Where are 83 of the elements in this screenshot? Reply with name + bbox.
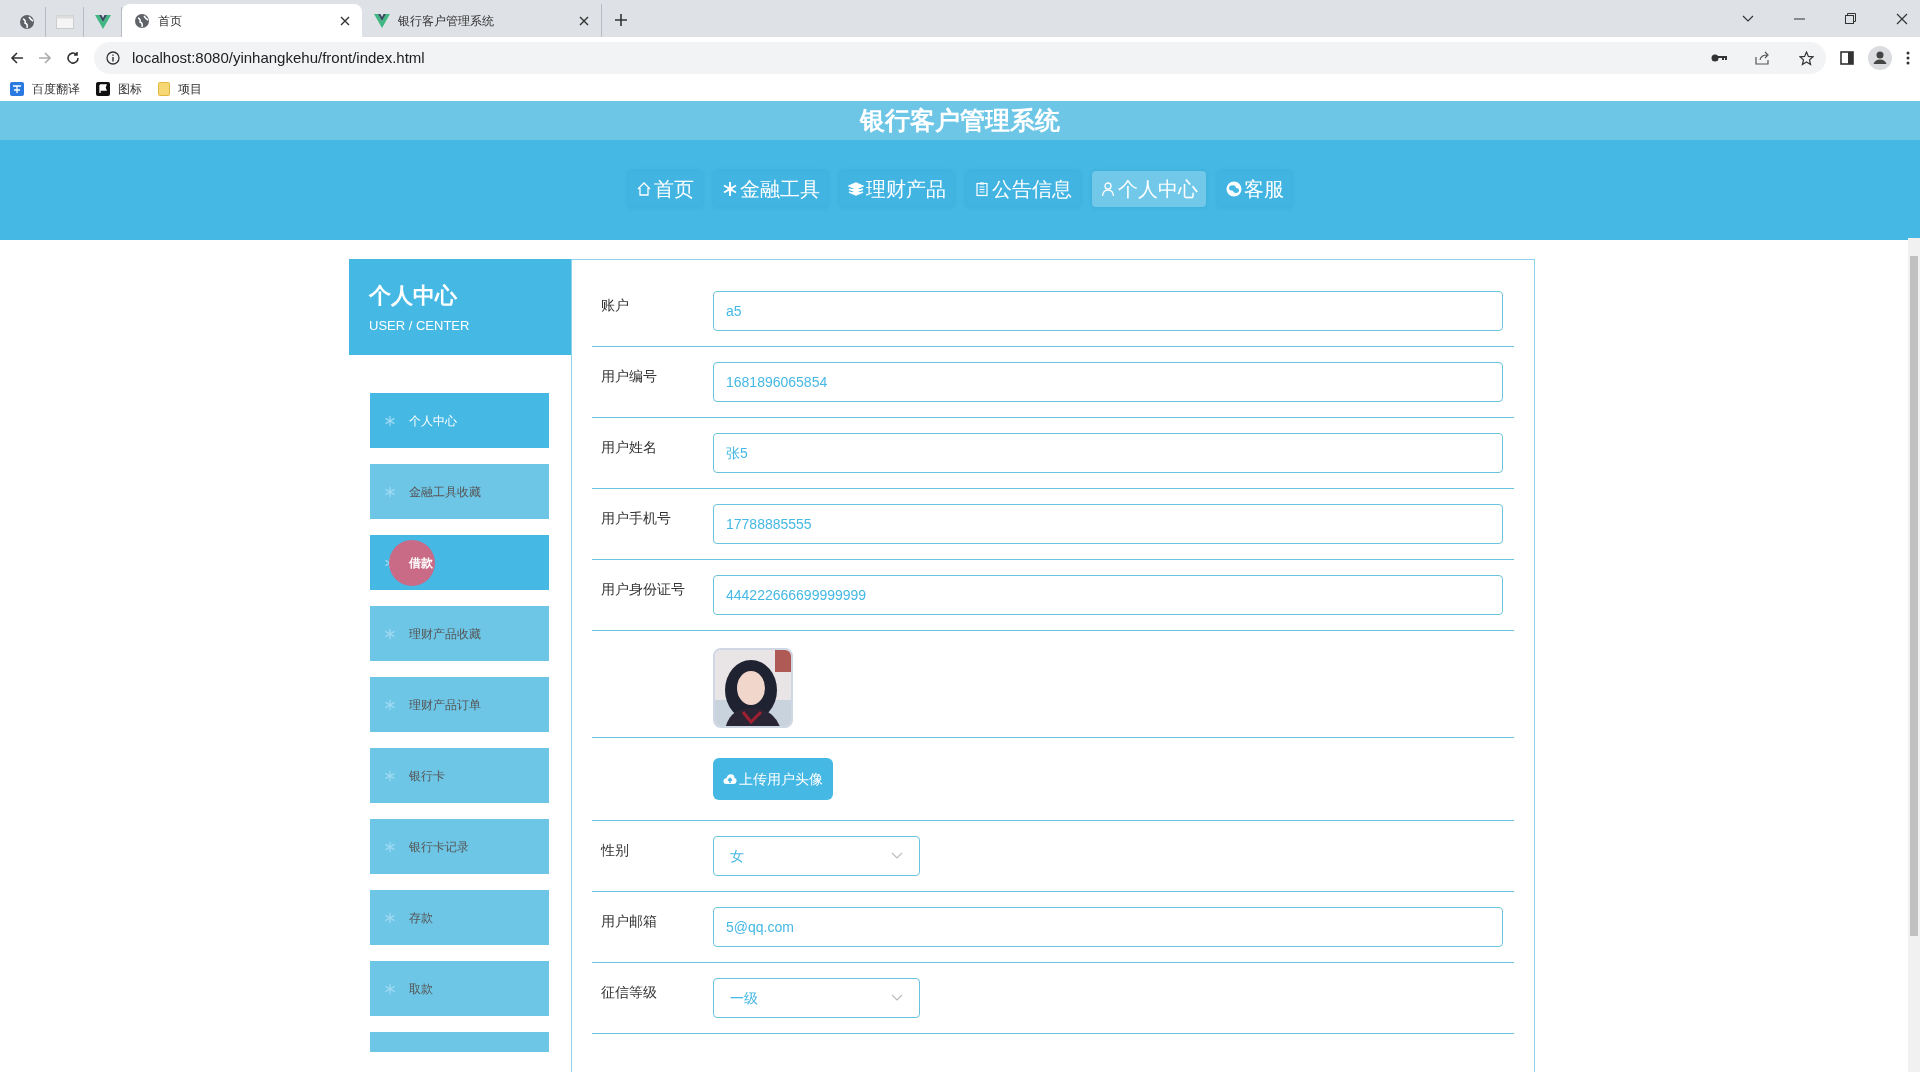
snowflake-icon [384, 485, 396, 498]
field-label: 用户姓名 [601, 439, 657, 455]
page-icon [55, 15, 74, 29]
restore-icon[interactable] [1845, 13, 1856, 24]
browser-tab[interactable]: 首页 [122, 4, 362, 37]
scrollbar[interactable] [1908, 238, 1920, 1072]
nav-tab[interactable]: 理财产品 [840, 171, 954, 207]
field-label: 账户 [601, 297, 629, 313]
snowflake-icon [384, 982, 396, 995]
cloud-upload-icon [723, 773, 737, 785]
site-title-bar: 银行客户管理系统 [0, 101, 1920, 140]
upload-avatar-button[interactable]: 上传用户头像 [713, 758, 833, 800]
side-panel-icon[interactable] [1840, 51, 1854, 65]
snowflake-icon [384, 698, 396, 711]
bookmark-link[interactable]: 百度翻译 [32, 80, 80, 98]
user-icon [1100, 181, 1116, 197]
field-label: 用户邮箱 [601, 913, 657, 929]
sidebar-item[interactable]: 理财产品订单 [370, 677, 549, 732]
nav-tab[interactable]: 首页 [628, 171, 702, 207]
field-label: 性别 [601, 842, 629, 858]
nav-tab[interactable]: 客服 [1218, 171, 1292, 207]
info-icon [106, 51, 120, 65]
v-logo-icon [374, 13, 390, 28]
text-field[interactable]: 17788885555 [713, 504, 1503, 544]
text-field[interactable]: 5@qq.com [713, 907, 1503, 947]
chevron-down-icon [891, 994, 903, 1002]
nav-tab[interactable]: 个人中心 [1092, 171, 1206, 207]
layers-icon [848, 181, 864, 197]
flag-icon [96, 82, 110, 96]
select-field[interactable]: 女 [713, 836, 920, 876]
menu-icon[interactable] [1906, 51, 1910, 65]
snowflake-icon [722, 181, 738, 197]
sidebar-item[interactable]: 金融工具收藏 [370, 464, 549, 519]
close-icon[interactable] [1896, 12, 1908, 25]
sidebar-item[interactable]: 理财产品收藏 [370, 606, 549, 661]
bookmark-link[interactable]: 项目 [178, 80, 202, 98]
close-icon[interactable] [579, 15, 589, 26]
sidebar-item[interactable]: 银行卡记录 [370, 819, 549, 874]
field-label: 用户编号 [601, 368, 657, 384]
sidebar-subtitle: USER / CENTER [369, 317, 471, 335]
home-icon [636, 181, 652, 197]
chevron-down-icon [891, 852, 903, 860]
back-icon[interactable] [10, 51, 24, 65]
snowflake-icon [384, 911, 396, 924]
nav-tab[interactable]: 公告信息 [966, 171, 1080, 207]
chat-icon [1226, 181, 1242, 197]
browser-tab[interactable]: 银行客户管理系统 [362, 4, 602, 37]
globe-icon [18, 14, 35, 30]
text-field[interactable]: a5 [713, 291, 1503, 331]
sidebar-item[interactable]: 个人中心 [370, 393, 549, 448]
clipboard-icon [974, 181, 990, 197]
translate-icon [10, 82, 24, 96]
snowflake-icon [384, 627, 396, 640]
text-field[interactable]: 1681896065854 [713, 362, 1503, 402]
sidebar-item[interactable]: 存款 [370, 890, 549, 945]
snowflake-icon [384, 414, 396, 427]
select-field[interactable]: 一级 [713, 978, 920, 1018]
sidebar-item[interactable]: 借款 [370, 535, 549, 590]
bookmark-link[interactable]: 图标 [118, 80, 142, 98]
sidebar-item[interactable]: 取款 [370, 961, 549, 1016]
nav-tab[interactable]: 金融工具 [714, 171, 828, 207]
snowflake-icon [384, 840, 396, 853]
new-tab-icon[interactable] [614, 13, 628, 27]
v-logo-icon [94, 15, 111, 29]
sidebar-title: 个人中心 [369, 282, 458, 310]
sidebar-item[interactable]: 银行卡 [370, 748, 549, 803]
text-field[interactable]: 张5 [713, 433, 1503, 473]
reload-icon[interactable] [66, 51, 80, 65]
field-label: 征信等级 [601, 984, 657, 1000]
chevron-down-icon[interactable] [1742, 14, 1754, 23]
address-bar[interactable]: localhost:8080/yinhangkehu/front/index.html [94, 42, 1826, 74]
text-field[interactable]: 444222666699999999 [713, 575, 1503, 615]
field-label: 用户身份证号 [601, 581, 685, 597]
key-icon[interactable] [1711, 53, 1727, 63]
globe-icon [134, 12, 150, 29]
close-icon[interactable] [340, 15, 350, 26]
folder-icon [158, 82, 170, 96]
minimize-icon[interactable] [1794, 17, 1805, 20]
share-icon[interactable] [1755, 51, 1771, 65]
snowflake-icon [384, 769, 396, 782]
field-label: 用户手机号 [601, 510, 671, 526]
star-icon[interactable] [1799, 50, 1814, 66]
profile-icon[interactable] [1868, 46, 1892, 70]
